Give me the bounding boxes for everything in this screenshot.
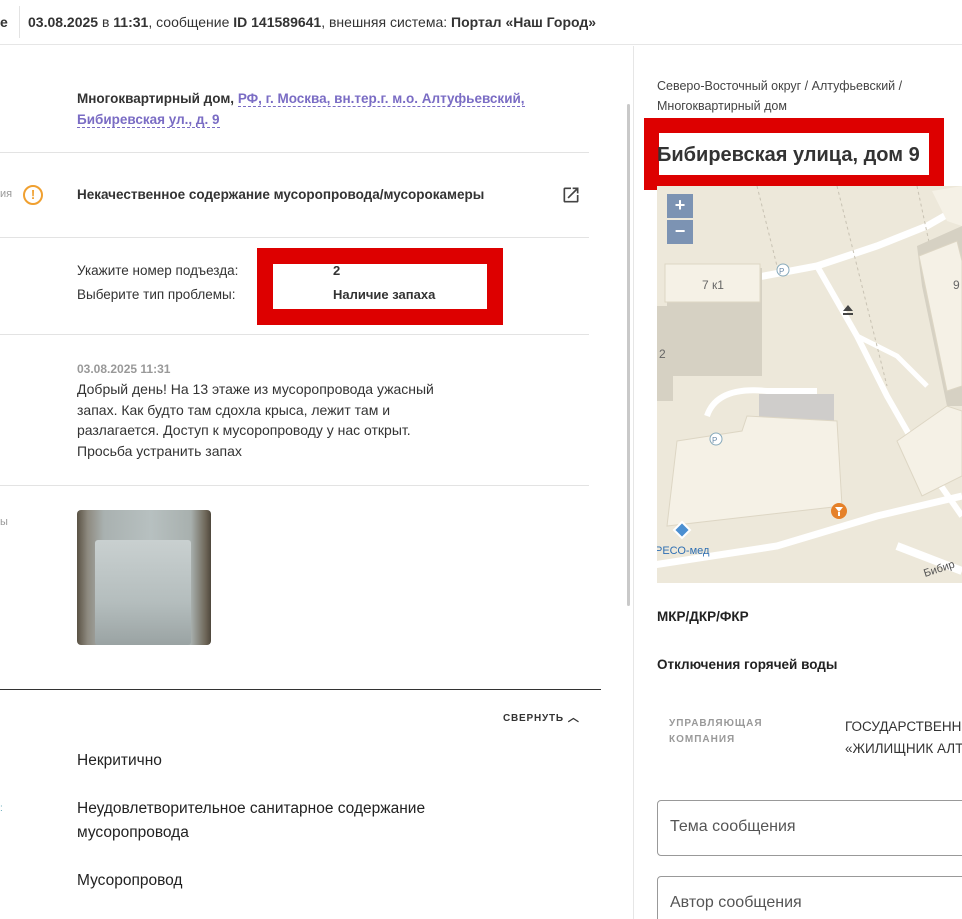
right-panel: Северо-Восточный округ / Алтуфьевский / …	[634, 46, 962, 919]
map-label-reso: РЕСО-мед	[657, 545, 710, 557]
map-label-parking: P	[779, 267, 784, 276]
subject-input[interactable]	[670, 818, 960, 836]
header-date: 03.08.2025	[28, 14, 99, 30]
criticality-value: Некритично	[77, 752, 162, 769]
scrollbar[interactable]	[627, 104, 630, 606]
message-text: Добрый день! На 13 этаже из мусоропровод…	[77, 381, 434, 459]
author-input[interactable]	[670, 894, 960, 912]
photo-cut-label: ы	[0, 516, 8, 528]
header-system-name: Портал «Наш Город»	[451, 14, 597, 30]
header-message-word: , сообщение	[148, 14, 230, 30]
header-divider	[19, 6, 20, 38]
problem-title: Некачественное содержание мусоропровода/…	[77, 187, 485, 202]
uk-label-line: УПРАВЛЯЮЩАЯ	[669, 718, 763, 729]
subject-field[interactable]	[657, 800, 962, 856]
breadcrumb: Северо-Восточный округ / Алтуфьевский / …	[657, 76, 902, 116]
collapse-label: СВЕРНУТЬ	[503, 713, 564, 724]
answer-value: Наличие запаха	[333, 287, 436, 302]
zoom-out-button[interactable]: −	[667, 220, 693, 244]
question-label: Укажите номер подъезда:	[77, 263, 239, 278]
divider	[0, 152, 589, 153]
header-cut-char: е	[0, 14, 8, 30]
address-prefix: Многоквартирный дом,	[77, 91, 235, 106]
header-line: 03.08.2025 в 11:31, сообщение ID 1415896…	[28, 14, 596, 30]
message-date: 03.08.2025 11:31	[77, 362, 171, 376]
object-title: Бибиревская улица, дом 9	[657, 144, 920, 166]
uk-value-line: «ЖИЛИЩНИК АЛТ	[845, 741, 962, 756]
details-cut-label: :	[0, 803, 3, 814]
map-zoom-controls: + −	[667, 194, 693, 244]
attached-photo[interactable]	[77, 510, 211, 645]
uk-value: ГОСУДАРСТВЕННОЕ «ЖИЛИЩНИК АЛТ	[845, 716, 962, 760]
warning-icon: !	[23, 185, 43, 205]
header-message-id: ID 141589641	[233, 14, 322, 30]
header-in-word: в	[101, 14, 110, 30]
message-header: е 03.08.2025 в 11:31, сообщение ID 14158…	[0, 0, 962, 45]
left-panel: Многоквартирный дом, РФ, г. Москва, вн.т…	[0, 46, 630, 919]
header-time: 11:31	[113, 14, 149, 30]
map-label-7k1: 7 к1	[702, 278, 724, 292]
map-label-9: 9	[953, 278, 960, 292]
map-label-2: 2	[659, 347, 666, 361]
header-external-word: , внешняя система:	[321, 14, 448, 30]
breadcrumb-line[interactable]: Северо-Восточный округ / Алтуфьевский /	[657, 76, 902, 96]
collapse-button[interactable]: СВЕРНУТЬ ︿	[503, 709, 580, 725]
map[interactable]: 7 к1 2 9 P P РЕСО-мед Бибир + −	[657, 186, 962, 583]
zoom-in-button[interactable]: +	[667, 194, 693, 218]
question-label: Выберите тип проблемы:	[77, 287, 236, 302]
map-tiles: 7 к1 2 9 P P РЕСО-мед Бибир	[657, 186, 962, 583]
divider	[0, 237, 589, 238]
map-label-parking: P	[712, 436, 717, 445]
breadcrumb-line[interactable]: Многоквартирный дом	[657, 96, 902, 116]
chevron-up-icon: ︿	[567, 712, 580, 724]
author-field[interactable]	[657, 876, 962, 919]
uk-label-line: КОМПАНИЯ	[669, 734, 736, 745]
section-mkr[interactable]: МКР/ДКР/ФКР	[657, 609, 749, 624]
answer-value: 2	[333, 263, 341, 278]
section-hot-water[interactable]: Отключения горячей воды	[657, 657, 837, 672]
category-value: Неудовлетворительное санитарное содержан…	[77, 800, 426, 841]
uk-value-line: ГОСУДАРСТВЕННОЕ	[845, 719, 962, 734]
object-value: Мусоропровод	[77, 872, 183, 889]
section-divider	[0, 689, 601, 690]
divider	[0, 334, 589, 335]
divider	[0, 485, 589, 486]
external-link-icon[interactable]	[561, 185, 581, 205]
object-address: Многоквартирный дом, РФ, г. Москва, вн.т…	[77, 88, 537, 130]
uk-label: УПРАВЛЯЮЩАЯ КОМПАНИЯ	[669, 716, 763, 748]
problem-cut-label: ия	[0, 188, 13, 200]
